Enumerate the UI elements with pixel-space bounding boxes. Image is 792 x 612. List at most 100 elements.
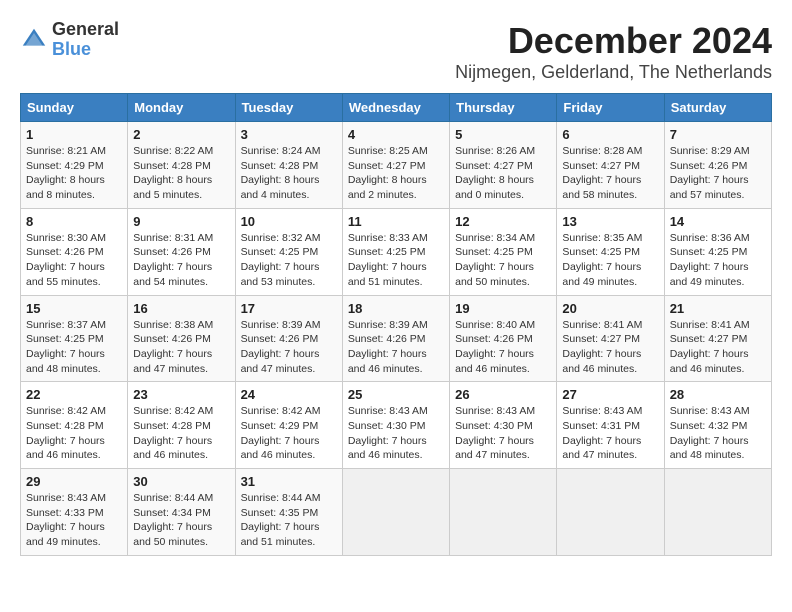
calendar-cell: 4 Sunrise: 8:25 AM Sunset: 4:27 PM Daylig… — [342, 122, 449, 209]
weekday-sunday: Sunday — [21, 94, 128, 122]
day-number: 26 — [455, 387, 551, 402]
calendar-week-3: 15Sunrise: 8:37 AM Sunset: 4:25 PM Dayli… — [21, 295, 772, 382]
day-info: Sunrise: 8:43 AM Sunset: 4:30 PM Dayligh… — [348, 404, 444, 463]
day-number: 10 — [241, 214, 337, 229]
day-info: Sunrise: 8:21 AM Sunset: 4:29 PM Dayligh… — [26, 144, 122, 203]
day-info: Sunrise: 8:43 AM Sunset: 4:33 PM Dayligh… — [26, 491, 122, 550]
day-number: 24 — [241, 387, 337, 402]
day-number: 11 — [348, 214, 444, 229]
day-info: Sunrise: 8:24 AM Sunset: 4:28 PM Dayligh… — [241, 144, 337, 203]
calendar-cell: 12 Sunrise: 8:34 AM Sunset: 4:25 PM Dayli… — [450, 208, 557, 295]
day-number: 2 — [133, 127, 229, 142]
logo-icon — [20, 26, 48, 54]
calendar-cell: 25Sunrise: 8:43 AM Sunset: 4:30 PM Dayli… — [342, 382, 449, 469]
day-number: 3 — [241, 127, 337, 142]
day-number: 4 — [348, 127, 444, 142]
calendar-cell: 3 Sunrise: 8:24 AM Sunset: 4:28 PM Daylig… — [235, 122, 342, 209]
day-number: 9 — [133, 214, 229, 229]
day-info: Sunrise: 8:42 AM Sunset: 4:29 PM Dayligh… — [241, 404, 337, 463]
day-number: 8 — [26, 214, 122, 229]
day-info: Sunrise: 8:29 AM Sunset: 4:26 PM Dayligh… — [670, 144, 766, 203]
calendar-cell — [450, 469, 557, 556]
weekday-header-row: SundayMondayTuesdayWednesdayThursdayFrid… — [21, 94, 772, 122]
day-info: Sunrise: 8:43 AM Sunset: 4:31 PM Dayligh… — [562, 404, 658, 463]
calendar-cell: 9 Sunrise: 8:31 AM Sunset: 4:26 PM Daylig… — [128, 208, 235, 295]
title-block: December 2024 Nijmegen, Gelderland, The … — [455, 20, 772, 83]
calendar-cell: 29Sunrise: 8:43 AM Sunset: 4:33 PM Dayli… — [21, 469, 128, 556]
calendar-week-4: 22 Sunrise: 8:42 AM Sunset: 4:28 PM Dayli… — [21, 382, 772, 469]
day-info: Sunrise: 8:44 AM Sunset: 4:35 PM Dayligh… — [241, 491, 337, 550]
calendar-cell: 20 Sunrise: 8:41 AM Sunset: 4:27 PM Dayli… — [557, 295, 664, 382]
calendar-cell: 31 Sunrise: 8:44 AM Sunset: 4:35 PM Dayli… — [235, 469, 342, 556]
logo-line1: General — [52, 20, 119, 40]
day-number: 21 — [670, 301, 766, 316]
calendar-cell: 23Sunrise: 8:42 AM Sunset: 4:28 PM Dayli… — [128, 382, 235, 469]
day-info: Sunrise: 8:25 AM Sunset: 4:27 PM Dayligh… — [348, 144, 444, 203]
day-number: 27 — [562, 387, 658, 402]
weekday-monday: Monday — [128, 94, 235, 122]
calendar-cell: 6Sunrise: 8:28 AM Sunset: 4:27 PM Daylig… — [557, 122, 664, 209]
day-info: Sunrise: 8:33 AM Sunset: 4:25 PM Dayligh… — [348, 231, 444, 290]
calendar-cell: 27 Sunrise: 8:43 AM Sunset: 4:31 PM Dayli… — [557, 382, 664, 469]
calendar-cell: 10Sunrise: 8:32 AM Sunset: 4:25 PM Dayli… — [235, 208, 342, 295]
day-number: 31 — [241, 474, 337, 489]
calendar-week-5: 29Sunrise: 8:43 AM Sunset: 4:33 PM Dayli… — [21, 469, 772, 556]
day-info: Sunrise: 8:34 AM Sunset: 4:25 PM Dayligh… — [455, 231, 551, 290]
day-info: Sunrise: 8:38 AM Sunset: 4:26 PM Dayligh… — [133, 318, 229, 377]
calendar-week-2: 8 Sunrise: 8:30 AM Sunset: 4:26 PM Daylig… — [21, 208, 772, 295]
day-number: 19 — [455, 301, 551, 316]
calendar-cell: 1 Sunrise: 8:21 AM Sunset: 4:29 PM Daylig… — [21, 122, 128, 209]
day-number: 28 — [670, 387, 766, 402]
day-number: 7 — [670, 127, 766, 142]
calendar-cell: 19 Sunrise: 8:40 AM Sunset: 4:26 PM Dayli… — [450, 295, 557, 382]
day-number: 22 — [26, 387, 122, 402]
weekday-wednesday: Wednesday — [342, 94, 449, 122]
day-info: Sunrise: 8:41 AM Sunset: 4:27 PM Dayligh… — [670, 318, 766, 377]
calendar-cell: 14Sunrise: 8:36 AM Sunset: 4:25 PM Dayli… — [664, 208, 771, 295]
day-info: Sunrise: 8:26 AM Sunset: 4:27 PM Dayligh… — [455, 144, 551, 203]
calendar-cell — [664, 469, 771, 556]
weekday-friday: Friday — [557, 94, 664, 122]
calendar-cell: 11 Sunrise: 8:33 AM Sunset: 4:25 PM Dayli… — [342, 208, 449, 295]
calendar-cell: 30Sunrise: 8:44 AM Sunset: 4:34 PM Dayli… — [128, 469, 235, 556]
day-info: Sunrise: 8:22 AM Sunset: 4:28 PM Dayligh… — [133, 144, 229, 203]
day-number: 12 — [455, 214, 551, 229]
calendar-cell: 22Sunrise: 8:42 AM Sunset: 4:28 PM Dayli… — [21, 382, 128, 469]
calendar-body: 1 Sunrise: 8:21 AM Sunset: 4:29 PM Daylig… — [21, 122, 772, 556]
day-number: 16 — [133, 301, 229, 316]
calendar-cell: 28Sunrise: 8:43 AM Sunset: 4:32 PM Dayli… — [664, 382, 771, 469]
calendar-cell — [342, 469, 449, 556]
day-number: 18 — [348, 301, 444, 316]
day-info: Sunrise: 8:40 AM Sunset: 4:26 PM Dayligh… — [455, 318, 551, 377]
day-info: Sunrise: 8:30 AM Sunset: 4:26 PM Dayligh… — [26, 231, 122, 290]
day-info: Sunrise: 8:39 AM Sunset: 4:26 PM Dayligh… — [348, 318, 444, 377]
calendar-cell: 13Sunrise: 8:35 AM Sunset: 4:25 PM Dayli… — [557, 208, 664, 295]
logo-line2: Blue — [52, 40, 119, 60]
day-info: Sunrise: 8:41 AM Sunset: 4:27 PM Dayligh… — [562, 318, 658, 377]
calendar-cell: 18 Sunrise: 8:39 AM Sunset: 4:26 PM Dayli… — [342, 295, 449, 382]
weekday-saturday: Saturday — [664, 94, 771, 122]
day-info: Sunrise: 8:37 AM Sunset: 4:25 PM Dayligh… — [26, 318, 122, 377]
calendar-table: SundayMondayTuesdayWednesdayThursdayFrid… — [20, 93, 772, 556]
day-number: 14 — [670, 214, 766, 229]
calendar-cell: 7 Sunrise: 8:29 AM Sunset: 4:26 PM Daylig… — [664, 122, 771, 209]
day-info: Sunrise: 8:39 AM Sunset: 4:26 PM Dayligh… — [241, 318, 337, 377]
calendar-cell: 26Sunrise: 8:43 AM Sunset: 4:30 PM Dayli… — [450, 382, 557, 469]
day-info: Sunrise: 8:31 AM Sunset: 4:26 PM Dayligh… — [133, 231, 229, 290]
calendar-cell: 17Sunrise: 8:39 AM Sunset: 4:26 PM Dayli… — [235, 295, 342, 382]
page-title: December 2024 — [455, 20, 772, 62]
calendar-cell: 5 Sunrise: 8:26 AM Sunset: 4:27 PM Daylig… — [450, 122, 557, 209]
day-number: 1 — [26, 127, 122, 142]
calendar-cell: 15Sunrise: 8:37 AM Sunset: 4:25 PM Dayli… — [21, 295, 128, 382]
logo-text: General Blue — [52, 20, 119, 60]
calendar-cell — [557, 469, 664, 556]
day-number: 13 — [562, 214, 658, 229]
calendar-week-1: 1 Sunrise: 8:21 AM Sunset: 4:29 PM Daylig… — [21, 122, 772, 209]
page-header: General Blue December 2024 Nijmegen, Gel… — [20, 20, 772, 83]
day-info: Sunrise: 8:42 AM Sunset: 4:28 PM Dayligh… — [133, 404, 229, 463]
day-number: 5 — [455, 127, 551, 142]
calendar-cell: 2 Sunrise: 8:22 AM Sunset: 4:28 PM Daylig… — [128, 122, 235, 209]
day-number: 20 — [562, 301, 658, 316]
calendar-cell: 16 Sunrise: 8:38 AM Sunset: 4:26 PM Dayli… — [128, 295, 235, 382]
weekday-thursday: Thursday — [450, 94, 557, 122]
